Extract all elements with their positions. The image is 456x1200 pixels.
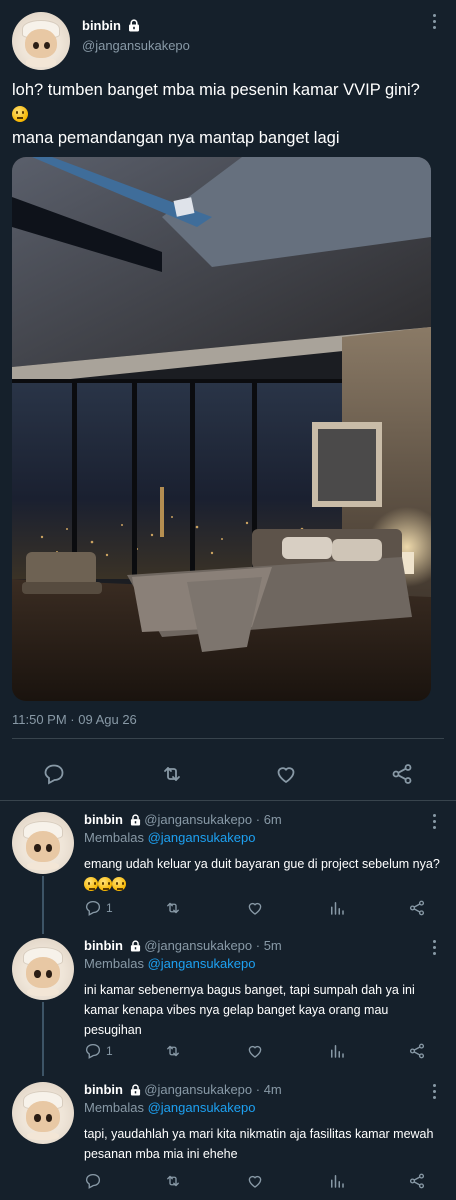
reply-icon[interactable] (42, 762, 66, 786)
reply-time[interactable]: · 4m (256, 1082, 282, 1097)
lock-icon (130, 940, 140, 952)
display-name[interactable]: binbin (84, 812, 123, 827)
mention-link[interactable]: @jangansukakepo (148, 1100, 256, 1115)
bedroom-photo (12, 157, 431, 701)
like-icon[interactable] (274, 762, 298, 786)
reply-time[interactable]: · 5m (256, 938, 282, 953)
reply-action[interactable]: 1 (84, 1042, 113, 1060)
reply-tweet[interactable]: binbin @jangansukakepo · 6m Membalas @ja… (0, 812, 456, 930)
retweet-icon[interactable] (164, 1172, 182, 1190)
reply-tweet[interactable]: binbin @jangansukakepo · 5m Membalas @ja… (0, 938, 456, 1068)
like-icon[interactable] (246, 1042, 264, 1060)
retweet-icon[interactable] (160, 762, 184, 786)
lock-icon (130, 1084, 140, 1096)
mention-link[interactable]: @jangansukakepo (148, 830, 256, 845)
tweet-text: loh? tumben banget mba mia pesenin kamar… (12, 78, 442, 150)
more-icon[interactable] (426, 940, 442, 956)
reply-icon[interactable] (84, 899, 102, 917)
reply-action[interactable]: 1 (84, 899, 113, 917)
tweet-photo[interactable] (12, 157, 431, 701)
replying-to-label: Membalas (84, 830, 144, 845)
reply-header: binbin @jangansukakepo · 4m (84, 1082, 282, 1097)
reply-icon[interactable] (84, 1172, 102, 1190)
tweet-text-line1: loh? tumben banget mba mia pesenin kamar… (12, 81, 420, 99)
replying-to: Membalas @jangansukakepo (84, 956, 255, 971)
reply-count: 1 (106, 901, 113, 915)
replying-to-label: Membalas (84, 1100, 144, 1115)
username[interactable]: @jangansukakepo (82, 38, 190, 53)
thinking-emoji (84, 877, 98, 891)
username[interactable]: @jangansukakepo (144, 938, 252, 953)
reply-actions: 1 (84, 899, 444, 919)
retweet-icon[interactable] (164, 899, 182, 917)
avatar[interactable] (12, 938, 74, 1000)
avatar[interactable] (12, 812, 74, 874)
avatar[interactable] (12, 1082, 74, 1144)
share-icon[interactable] (390, 762, 414, 786)
replying-to: Membalas @jangansukakepo (84, 1100, 255, 1115)
display-name[interactable]: binbin (84, 938, 123, 953)
thinking-emoji (112, 877, 126, 891)
like-icon[interactable] (246, 1172, 264, 1190)
reply-text: tapi, yaudahlah ya mari kita nikmatin aj… (84, 1127, 434, 1161)
lock-icon (130, 814, 140, 826)
reply-icon[interactable] (84, 1042, 102, 1060)
username[interactable]: @jangansukakepo (144, 1082, 252, 1097)
analytics-icon[interactable] (328, 899, 346, 917)
share-icon[interactable] (408, 1042, 426, 1060)
divider (12, 738, 444, 739)
reply-text: emang udah keluar ya duit bayaran gue di… (84, 854, 444, 894)
analytics-icon[interactable] (328, 1042, 346, 1060)
reply-time[interactable]: · 6m (256, 812, 282, 827)
more-icon[interactable] (426, 1084, 442, 1100)
reply-header: binbin @jangansukakepo · 6m (84, 812, 282, 827)
reply-text-body: emang udah keluar ya duit bayaran gue di… (84, 857, 440, 871)
tweet-text-line2: mana pemandangan nya mantap banget lagi (12, 129, 340, 147)
share-icon[interactable] (408, 899, 426, 917)
thinking-emoji (98, 877, 112, 891)
reply-actions: 1 (84, 1042, 444, 1062)
divider (0, 800, 456, 801)
reply-count: 1 (106, 1044, 113, 1058)
reply-tweet[interactable]: binbin @jangansukakepo · 4m Membalas @ja… (0, 1082, 456, 1200)
reply-actions (84, 1172, 444, 1192)
analytics-icon[interactable] (328, 1172, 346, 1190)
replying-to-label: Membalas (84, 956, 144, 971)
reply-text: ini kamar sebenernya bagus banget, tapi … (84, 983, 415, 1037)
share-icon[interactable] (408, 1172, 426, 1190)
display-name[interactable]: binbin (82, 18, 121, 33)
replying-to: Membalas @jangansukakepo (84, 830, 255, 845)
mention-link[interactable]: @jangansukakepo (148, 956, 256, 971)
like-icon[interactable] (246, 899, 264, 917)
display-name[interactable]: binbin (84, 1082, 123, 1097)
reply-action[interactable] (84, 1172, 106, 1190)
author-block: binbin (82, 18, 140, 33)
more-icon[interactable] (426, 14, 442, 30)
username[interactable]: @jangansukakepo (144, 812, 252, 827)
more-icon[interactable] (426, 814, 442, 830)
tweet-timestamp[interactable]: 11:50 PM · 09 Agu 26 (12, 712, 137, 727)
retweet-icon[interactable] (164, 1042, 182, 1060)
lock-icon (128, 19, 139, 32)
thinking-emoji (12, 106, 28, 122)
reply-header: binbin @jangansukakepo · 5m (84, 938, 282, 953)
avatar[interactable] (12, 12, 70, 70)
tweet-actions (0, 752, 456, 794)
